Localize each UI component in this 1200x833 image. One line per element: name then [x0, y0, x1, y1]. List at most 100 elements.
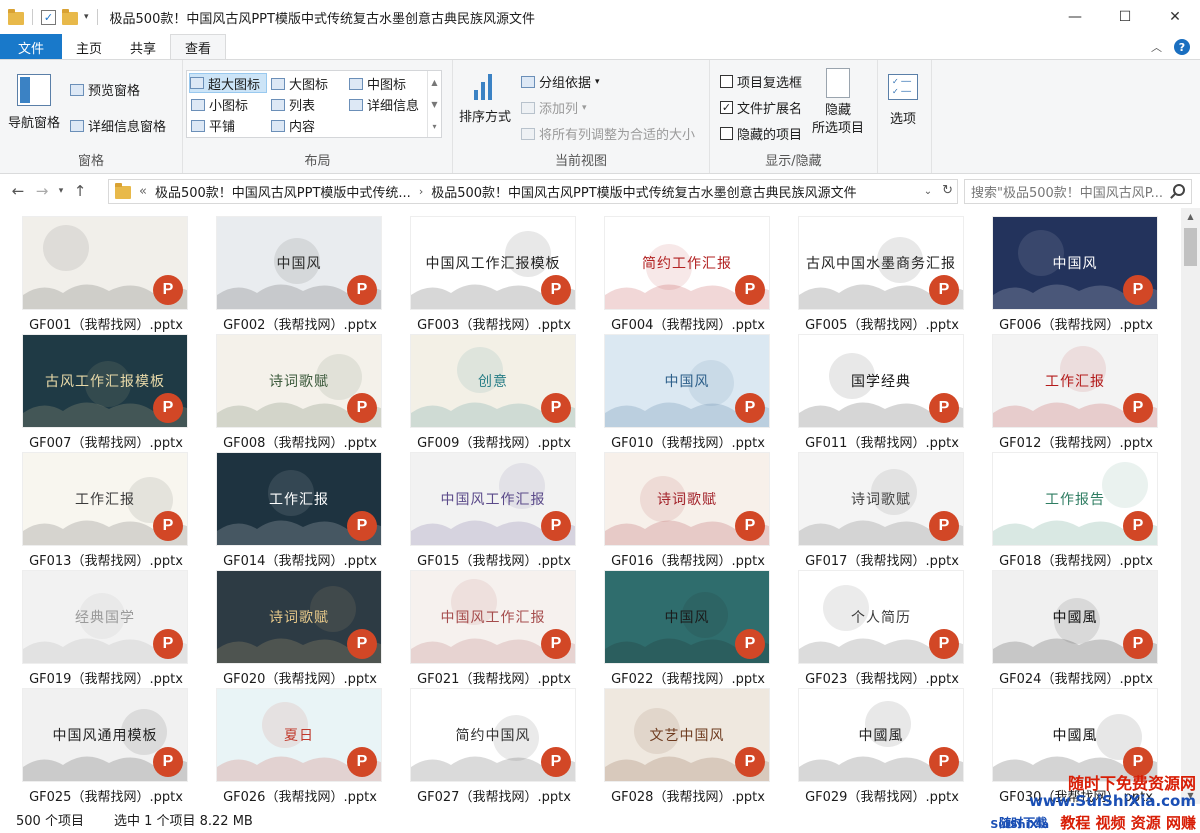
item-checkboxes-toggle[interactable]: 项目复选框 — [720, 72, 802, 91]
file-thumbnail[interactable]: 诗词歌赋 P — [798, 452, 964, 546]
file-thumbnail[interactable]: 个人简历 P — [798, 570, 964, 664]
customize-dropdown-icon[interactable]: ▾ — [84, 12, 89, 22]
file-item[interactable]: 创意 P GF009（我帮找网）.pptx — [388, 328, 576, 451]
file-thumbnail[interactable]: 中国风工作汇报模板 P — [410, 216, 576, 310]
file-item[interactable]: 简约工作汇报 P GF004（我帮找网）.pptx — [582, 210, 770, 333]
hidden-items-toggle[interactable]: 隐藏的项目 — [720, 124, 802, 143]
vertical-scrollbar[interactable]: ▲ ▼ — [1181, 208, 1200, 804]
hide-selected-button[interactable]: 隐藏 所选项目 — [812, 68, 864, 138]
file-thumbnail[interactable]: 文艺中国风 P — [604, 688, 770, 782]
new-folder-icon[interactable] — [62, 8, 78, 25]
file-thumbnail[interactable]: 古风工作汇报模板 P — [22, 334, 188, 428]
forward-arrow-icon[interactable]: → — [30, 182, 54, 200]
layout-medium-icons[interactable]: 中图标 — [349, 74, 406, 93]
file-item[interactable]: 中国风工作汇报 P GF021（我帮找网）.pptx — [388, 564, 576, 687]
tab-home[interactable]: 主页 — [62, 34, 116, 60]
file-item[interactable]: 中国风 P GF010（我帮找网）.pptx — [582, 328, 770, 451]
file-thumbnail[interactable]: 中國風 P — [798, 688, 964, 782]
file-item[interactable]: 文艺中国风 P GF028（我帮找网）.pptx — [582, 682, 770, 804]
file-thumbnail[interactable]: 工作汇报 P — [216, 452, 382, 546]
details-pane-button[interactable]: 详细信息窗格 — [70, 116, 166, 135]
file-item[interactable]: 简约中国风 P GF027（我帮找网）.pptx — [388, 682, 576, 804]
file-thumbnail[interactable]: 国学经典 P — [798, 334, 964, 428]
layout-small-icons[interactable]: 小图标 — [191, 95, 248, 114]
scroll-up-icon[interactable]: ▲ — [1181, 208, 1200, 225]
more-icon[interactable]: ▾ — [432, 122, 436, 131]
file-thumbnail[interactable]: 中国风 P — [604, 334, 770, 428]
navigation-pane-button[interactable]: 导航窗格 — [8, 74, 60, 131]
properties-icon[interactable]: ✓ — [41, 9, 56, 25]
file-thumbnail[interactable]: 中国风工作汇报 P — [410, 570, 576, 664]
file-item[interactable]: 夏日 P GF026（我帮找网）.pptx — [194, 682, 382, 804]
file-thumbnail[interactable]: 简约工作汇报 P — [604, 216, 770, 310]
file-item[interactable]: 诗词歌赋 P GF016（我帮找网）.pptx — [582, 446, 770, 569]
file-item[interactable]: 中国风 P GF006（我帮找网）.pptx — [970, 210, 1158, 333]
file-thumbnail[interactable]: 诗词歌赋 P — [604, 452, 770, 546]
up-arrow-icon[interactable]: ↑ — [68, 182, 92, 200]
file-item[interactable]: 古风工作汇报模板 P GF007（我帮找网）.pptx — [0, 328, 188, 451]
breadcrumb-separator-icon[interactable]: › — [419, 185, 423, 198]
file-thumbnail[interactable]: 诗词歌赋 P — [216, 334, 382, 428]
layout-content[interactable]: 内容 — [271, 116, 315, 135]
file-thumbnail[interactable]: 中国风 P — [992, 216, 1158, 310]
file-item[interactable]: 工作汇报 P GF012（我帮找网）.pptx — [970, 328, 1158, 451]
file-thumbnail[interactable]: 简约中国风 P — [410, 688, 576, 782]
breadcrumb-overflow[interactable]: « — [139, 184, 147, 199]
scroll-up-icon[interactable]: ▲ — [431, 78, 437, 87]
file-item[interactable]: 诗词歌赋 P GF008（我帮找网）.pptx — [194, 328, 382, 451]
file-thumbnail[interactable]: 中国风 P — [216, 216, 382, 310]
minimize-button[interactable]: — — [1050, 0, 1100, 34]
tab-view[interactable]: 查看 — [170, 34, 227, 60]
file-item[interactable]: 中国风通用模板 P GF025（我帮找网）.pptx — [0, 682, 188, 804]
checkbox-checked[interactable]: ✓ — [720, 101, 733, 114]
address-bar[interactable]: « 极品500款！中国风古风PPT模版中式传统... › 极品500款！中国风古… — [108, 179, 958, 204]
file-item[interactable]: 个人简历 P GF023（我帮找网）.pptx — [776, 564, 964, 687]
search-icon[interactable] — [1173, 184, 1185, 196]
file-thumbnail[interactable]: 中国风 P — [604, 570, 770, 664]
collapse-ribbon-icon[interactable]: ︿ — [1151, 39, 1162, 55]
file-thumbnail[interactable]: 工作汇报 P — [22, 452, 188, 546]
file-item[interactable]: 中国风 P GF022（我帮找网）.pptx — [582, 564, 770, 687]
file-thumbnail[interactable]: 诗词歌赋 P — [216, 570, 382, 664]
options-button[interactable]: 选项 — [888, 74, 918, 127]
file-thumbnail[interactable]: 工作报告 P — [992, 452, 1158, 546]
file-item[interactable]: 国学经典 P GF011（我帮找网）.pptx — [776, 328, 964, 451]
file-item[interactable]: 中国风 P GF002（我帮找网）.pptx — [194, 210, 382, 333]
checkbox[interactable] — [720, 127, 733, 140]
scroll-down-icon[interactable]: ▼ — [431, 100, 437, 109]
file-thumbnail[interactable]: 中國風 P — [992, 688, 1158, 782]
file-item[interactable]: 中國風 P GF024（我帮找网）.pptx — [970, 564, 1158, 687]
address-dropdown-icon[interactable]: ⌄ — [924, 186, 932, 198]
file-thumbnail[interactable]: 古风中国水墨商务汇报 P — [798, 216, 964, 310]
group-by-button[interactable]: 分组依据 ▾ — [521, 72, 600, 91]
file-extensions-toggle[interactable]: ✓ 文件扩展名 — [720, 98, 802, 117]
search-input[interactable]: 搜索"极品500款！中国风古风P... — [964, 179, 1192, 204]
close-button[interactable]: ✕ — [1150, 0, 1200, 34]
file-item[interactable]: 中国风工作汇报 P GF015（我帮找网）.pptx — [388, 446, 576, 569]
file-item[interactable]: 工作汇报 P GF013（我帮找网）.pptx — [0, 446, 188, 569]
file-thumbnail[interactable]: 中国风通用模板 P — [22, 688, 188, 782]
file-item[interactable]: 工作报告 P GF018（我帮找网）.pptx — [970, 446, 1158, 569]
checkbox[interactable] — [720, 75, 733, 88]
file-thumbnail[interactable]: P — [22, 216, 188, 310]
add-columns-button[interactable]: 添加列 ▾ — [521, 98, 587, 117]
file-item[interactable]: 经典国学 P GF019（我帮找网）.pptx — [0, 564, 188, 687]
breadcrumb-item[interactable]: 极品500款！中国风古风PPT模版中式传统复古水墨创意古典民族风源文件 — [431, 182, 856, 201]
file-item[interactable]: 古风中国水墨商务汇报 P GF005（我帮找网）.pptx — [776, 210, 964, 333]
file-thumbnail[interactable]: 经典国学 P — [22, 570, 188, 664]
file-item[interactable]: 工作汇报 P GF014（我帮找网）.pptx — [194, 446, 382, 569]
file-item[interactable]: 中国风工作汇报模板 P GF003（我帮找网）.pptx — [388, 210, 576, 333]
help-icon[interactable]: ? — [1174, 39, 1190, 55]
refresh-icon[interactable]: ↻ — [942, 183, 953, 198]
file-thumbnail[interactable]: 夏日 P — [216, 688, 382, 782]
recent-locations-icon[interactable]: ▾ — [54, 186, 68, 196]
file-thumbnail[interactable]: 中国风工作汇报 P — [410, 452, 576, 546]
file-item[interactable]: P GF001（我帮找网）.pptx — [0, 210, 188, 333]
file-item[interactable]: 诗词歌赋 P GF020（我帮找网）.pptx — [194, 564, 382, 687]
tab-file[interactable]: 文件 — [0, 34, 63, 60]
file-item[interactable]: 中國風 P GF029（我帮找网）.pptx — [776, 682, 964, 804]
file-item[interactable]: 诗词歌赋 P GF017（我帮找网）.pptx — [776, 446, 964, 569]
layout-tiles[interactable]: 平铺 — [191, 116, 235, 135]
maximize-button[interactable]: ☐ — [1100, 0, 1150, 34]
layout-details[interactable]: 详细信息 — [349, 95, 419, 114]
